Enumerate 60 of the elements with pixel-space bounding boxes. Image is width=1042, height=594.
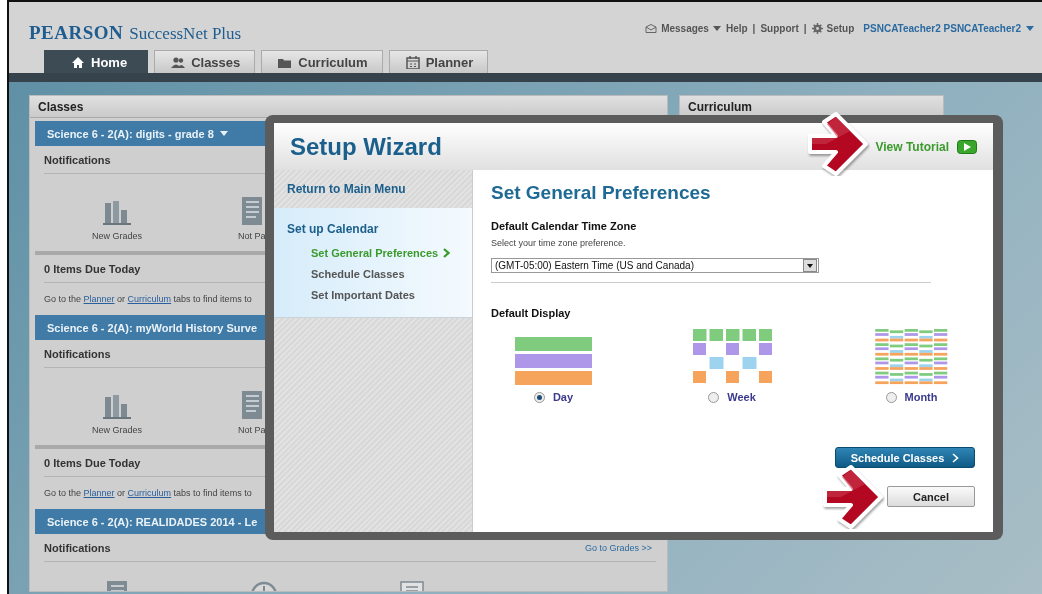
home-icon [71,55,85,69]
link-separator: | [803,23,807,34]
notification-label: Not Pa [238,425,266,435]
section-label: Notifications [44,541,111,554]
play-icon [957,139,977,154]
field-label: Default Calendar Time Zone [491,220,638,232]
timezone-dropdown[interactable]: (GMT-05:00) Eastern Time (US and Canada) [491,258,819,273]
panel-header: Classes [30,96,667,118]
nav-tab[interactable]: Planner [388,50,489,73]
display-radio[interactable]: Day [533,391,574,403]
display-radio[interactable]: Week [708,391,756,403]
header-link[interactable]: Help [725,23,748,34]
nav-tab[interactable]: Classes [154,50,256,73]
day-layout-icon [515,337,592,385]
field-label: Default Display [491,307,572,319]
notification-label: New Grades [92,231,142,241]
calendar-icon [405,55,420,69]
brand-logo: PEARSON [29,22,124,44]
grades-link[interactable]: Go to Grades >> [584,542,652,553]
section-label: Notifications [44,153,111,166]
section-label: Notifications [44,347,111,360]
caret-icon [219,131,228,136]
view-tutorial-link[interactable]: View Tutorial [875,139,977,154]
chevron-icon [443,247,451,258]
document-icon [397,581,427,591]
tab-link[interactable]: Planner [83,294,115,304]
due-label: 0 Items Due Today [44,456,141,469]
nav-tab[interactable]: Home [44,50,149,73]
nav-tab[interactable]: Curriculum [261,50,383,73]
link-separator: | [752,23,756,34]
setup-link[interactable]: Setup [811,23,855,34]
week-layout-icon [692,329,772,385]
messages-menu[interactable]: Messages [645,23,721,34]
dropdown-arrow-icon [807,263,813,268]
notification-label: New Grades [92,425,142,435]
header-link[interactable]: Support [760,23,799,34]
due-label: 0 Items Due Today [44,262,141,275]
list-icon [241,197,262,225]
list-icon [241,391,262,419]
settings-icon [811,23,823,34]
section-heading: Set General Preferences [491,182,712,204]
tab-link[interactable]: Planner [83,488,115,498]
display-radio[interactable]: Month [885,391,938,403]
user-menu[interactable]: PSNCATeacher2 PSNCATeacher2 [863,23,1034,34]
envelope-icon [645,24,658,33]
product-name: SuccessNet Plus [129,24,242,44]
wizard-step[interactable]: Set Important Dates [287,284,472,305]
tab-link[interactable]: Curriculum [127,294,172,304]
wizard-step[interactable]: Schedule Classes [287,263,472,284]
schedule-classes-button[interactable]: Schedule Classes [835,447,975,468]
people-icon [171,55,186,69]
tab-link[interactable]: Curriculum [127,488,172,498]
notification-label: Not Pa [238,231,266,241]
step-group-title: Set up Calendar [287,222,380,236]
dialog-title: Setup Wizard [290,132,442,161]
chevron-icon [952,452,960,463]
cancel-button[interactable]: Cancel [887,486,975,507]
field-hint: Select your time zone preference. [491,238,627,248]
return-link[interactable]: Return to Main Menu [274,170,472,208]
wizard-step[interactable]: Set General Preferences [287,242,472,263]
